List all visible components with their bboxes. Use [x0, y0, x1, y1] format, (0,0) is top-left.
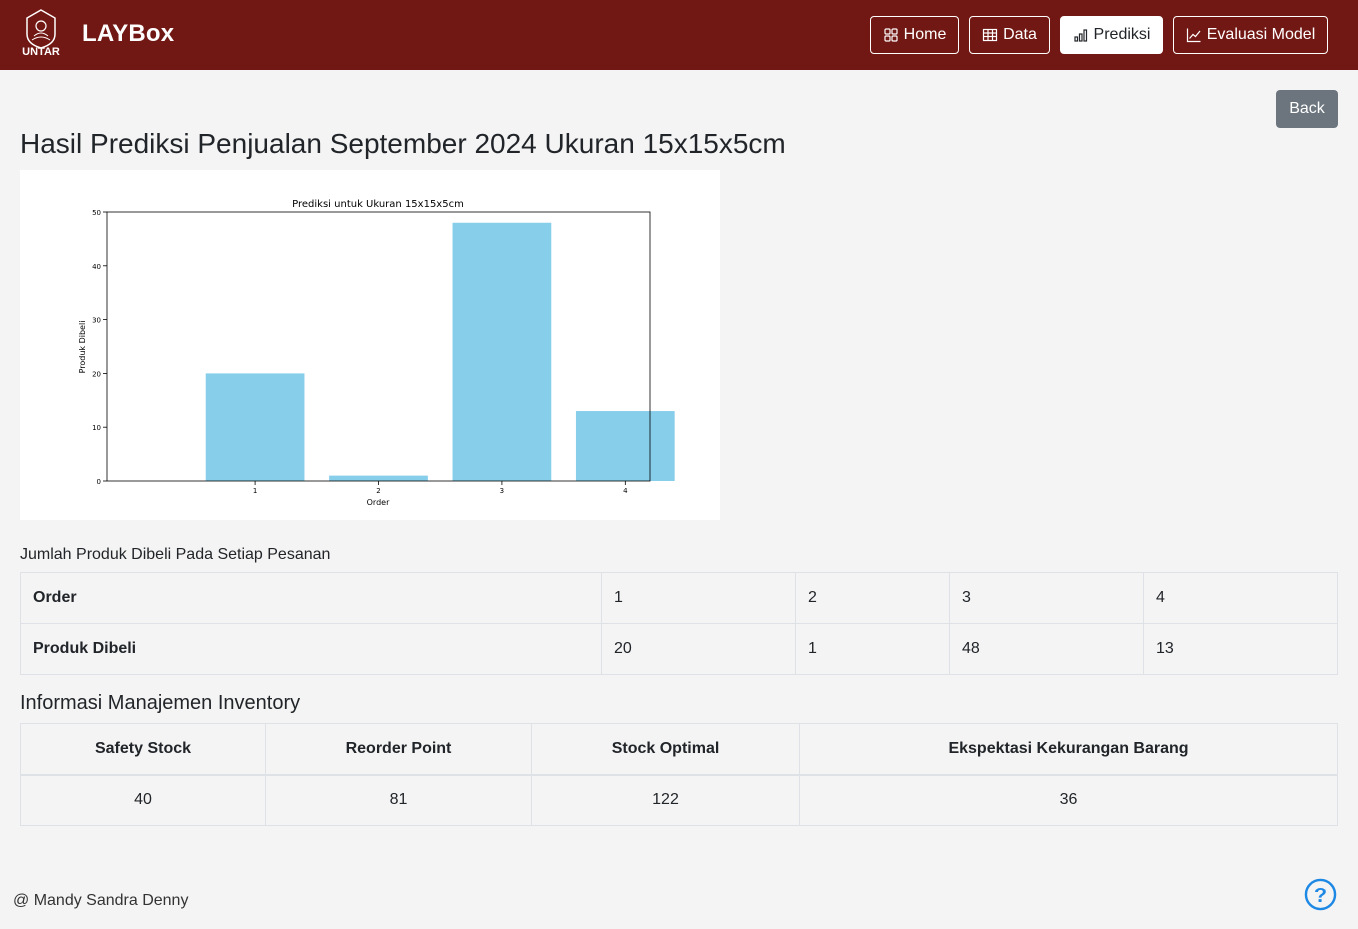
chart-y-tick-label: 0 [97, 478, 101, 486]
inventory-header: Stock Optimal [531, 723, 800, 776]
chart-bar [452, 222, 552, 481]
chart-y-tick-label: 20 [92, 370, 101, 378]
chart-title: Prediksi untuk Ukuran 15x15x5cm [292, 199, 464, 210]
qty-cell: 20 [601, 623, 796, 675]
brand-title[interactable]: LAYBox [82, 20, 174, 48]
inventory-value: 81 [265, 774, 532, 826]
nav-evaluasi-label: Evaluasi Model [1206, 26, 1316, 43]
qty-cell: 1 [795, 623, 950, 675]
order-cell: 2 [795, 572, 950, 624]
inventory-header: Reorder Point [265, 723, 532, 776]
order-cell: 4 [1143, 572, 1338, 624]
chart-axes-frame [106, 211, 651, 482]
help-icon[interactable]: ? [1304, 878, 1337, 911]
chart-x-tick-label: 3 [500, 487, 504, 495]
line-chart-icon [1186, 28, 1201, 43]
chart-y-axis-label: Produk Dibeli [78, 321, 87, 374]
bar-chart-icon [1073, 29, 1087, 42]
inventory-value: 122 [531, 774, 800, 826]
navbar: UNTAR LAYBox Home Data Prediksi Evaluasi… [0, 0, 1358, 70]
inventory-header: Safety Stock [20, 723, 266, 776]
qty-cell: 13 [1143, 623, 1338, 675]
chart-bar [329, 475, 428, 481]
inventory-title: Informasi Manajemen Inventory [20, 692, 301, 714]
prediction-chart-svg: Prediksi untuk Ukuran 15x15x5cm Order Pr… [78, 199, 675, 507]
qty-cell: 48 [949, 623, 1144, 675]
nav-prediksi-label: Prediksi [1093, 26, 1151, 43]
table-row: 40 81 122 36 [20, 774, 1338, 826]
chart-x-tick-label: 1 [253, 487, 257, 495]
table-header-row: Safety Stock Reorder Point Stock Optimal… [20, 723, 1338, 776]
chart-bar [575, 411, 675, 481]
table-icon [982, 28, 998, 42]
inventory-header: Ekspektasi Kekurangan Barang [799, 723, 1338, 776]
prediction-chart: Prediksi untuk Ukuran 15x15x5cm Order Pr… [20, 170, 720, 520]
inventory-table: Safety Stock Reorder Point Stock Optimal… [20, 723, 1338, 826]
orders-table: Order 1 2 3 4 Produk Dibeli 20 1 48 13 [20, 572, 1338, 675]
order-cell: 1 [601, 572, 796, 624]
chart-bar [205, 373, 305, 481]
chart-y-tick-label: 40 [92, 263, 101, 271]
nav-home-button[interactable]: Home [870, 16, 959, 54]
footer-credit: @ Mandy Sandra Denny [13, 892, 189, 909]
back-button[interactable]: Back [1276, 90, 1338, 128]
table-row: Produk Dibeli 20 1 48 13 [20, 623, 1338, 675]
untar-logo[interactable]: UNTAR [18, 8, 64, 62]
svg-text:?: ? [1314, 883, 1327, 907]
page-title: Hasil Prediksi Penjualan September 2024 … [20, 128, 786, 159]
qty-row-header: Produk Dibeli [20, 623, 602, 675]
svg-text:UNTAR: UNTAR [22, 46, 60, 58]
chart-x-axis-label: Order [367, 498, 390, 507]
inventory-value: 36 [799, 774, 1338, 826]
grid-icon [884, 28, 898, 42]
nav-data-label: Data [1003, 26, 1037, 43]
orders-caption: Jumlah Produk Dibeli Pada Setiap Pesanan [20, 546, 331, 563]
chart-y-tick-label: 30 [92, 317, 101, 325]
chart-y-tick-label: 10 [92, 424, 101, 432]
nav-home-label: Home [903, 26, 947, 43]
table-row: Order 1 2 3 4 [20, 572, 1338, 624]
chart-x-tick-label: 4 [623, 487, 628, 495]
order-row-header: Order [20, 572, 602, 624]
order-cell: 3 [949, 572, 1144, 624]
chart-x-tick-label: 2 [376, 487, 380, 495]
nav-prediksi-button[interactable]: Prediksi [1060, 16, 1163, 54]
inventory-value: 40 [20, 774, 266, 826]
chart-y-tick-label: 50 [92, 209, 101, 217]
nav-data-button[interactable]: Data [969, 16, 1050, 54]
nav-evaluasi-button[interactable]: Evaluasi Model [1173, 16, 1328, 54]
